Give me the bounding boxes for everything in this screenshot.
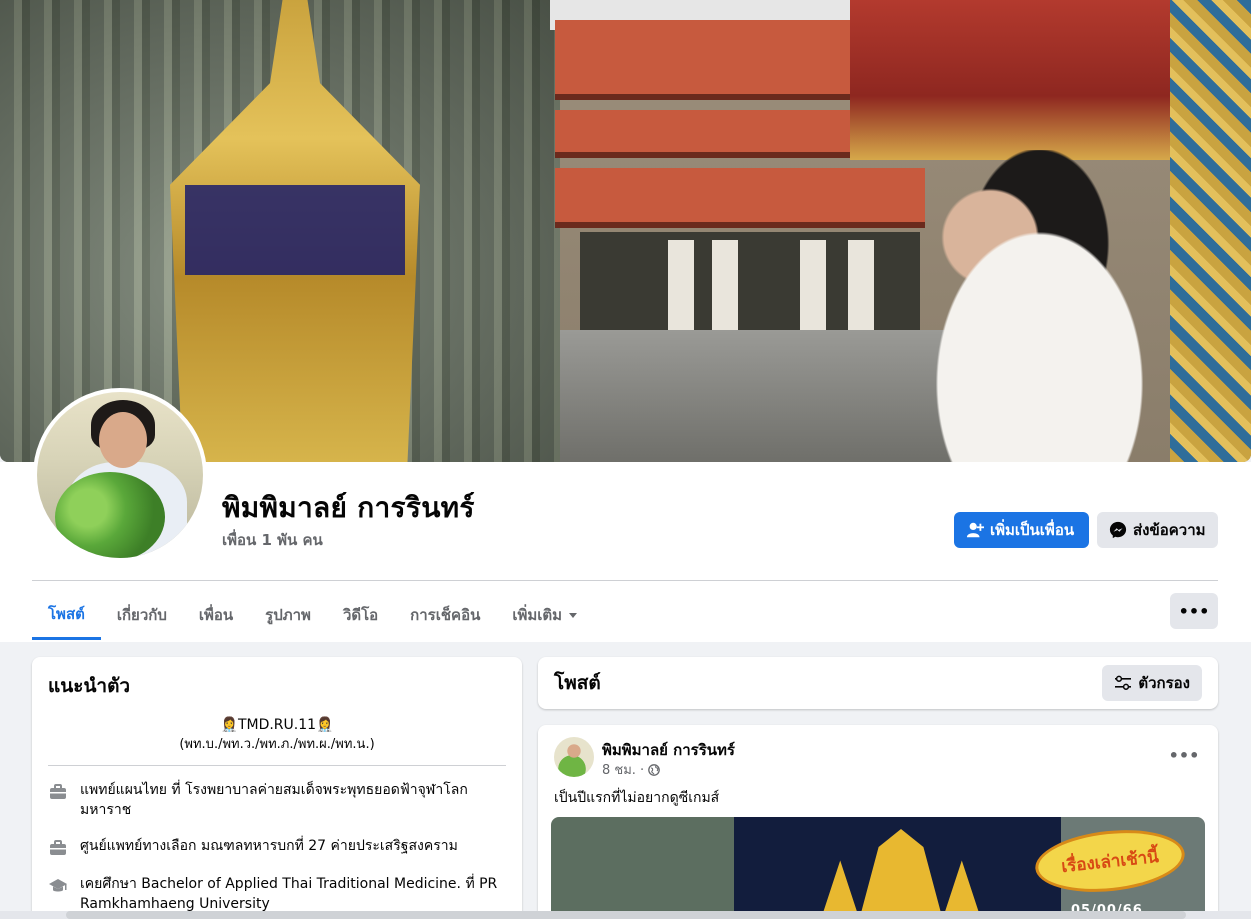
intro-card: แนะนำตัว 👩‍⚕️TMD.RU.11👩‍⚕️ (พท.บ./พท.ว./… <box>32 657 522 919</box>
tab-more[interactable]: เพิ่มเติม <box>496 590 594 640</box>
post-card: พิมพิมาลย์ การรินทร์ 8 ชม. · ••• เป็นปีแ… <box>538 725 1218 919</box>
tab-posts[interactable]: โพสต์ <box>32 590 101 640</box>
post-timestamp[interactable]: 8 ชม. · <box>602 759 644 780</box>
posts-header: โพสต์ ตัวกรอง <box>538 657 1218 709</box>
send-message-button[interactable]: ส่งข้อความ <box>1097 512 1218 548</box>
messenger-icon <box>1109 521 1127 539</box>
friends-count[interactable]: เพื่อน 1 พัน คน <box>222 528 323 552</box>
post-text: เป็นปีแรกที่ไม่อยากดูซีเกมส์ <box>554 790 720 806</box>
profile-more-button[interactable]: ••• <box>1170 593 1218 629</box>
filter-button[interactable]: ตัวกรอง <box>1102 665 1202 701</box>
profile-avatar[interactable] <box>33 388 207 562</box>
add-friend-label: เพิ่มเป็นเพื่อน <box>990 522 1075 539</box>
posts-title: โพสต์ <box>554 672 601 694</box>
horizontal-scrollbar[interactable] <box>0 911 1251 919</box>
briefcase-icon <box>50 784 66 799</box>
post-more-button[interactable]: ••• <box>1168 741 1200 769</box>
post-media-image[interactable]: เรื่องเล่าเช้านี้ 05/00/66 <box>551 817 1205 919</box>
briefcase-icon <box>50 840 66 855</box>
scrollbar-thumb[interactable] <box>66 911 1186 919</box>
bio-line-1: 👩‍⚕️TMD.RU.11👩‍⚕️ <box>220 717 334 733</box>
intro-item-text[interactable]: แพทย์แผนไทย ที่ โรงพยาบาลค่ายสมเด็จพระพุ… <box>80 780 506 820</box>
tab-about[interactable]: เกี่ยวกับ <box>101 590 183 640</box>
caret-down-icon <box>569 613 578 618</box>
intro-item-work-1: แพทย์แผนไทย ที่ โรงพยาบาลค่ายสมเด็จพระพุ… <box>48 780 506 820</box>
header-divider <box>32 580 1218 581</box>
filter-label: ตัวกรอง <box>1138 674 1190 692</box>
post-meta: 8 ชม. · <box>602 759 661 780</box>
graduation-cap-icon <box>49 879 67 892</box>
profile-tabs: โพสต์ เกี่ยวกับ เพื่อน รูปภาพ วิดีโอ การ… <box>32 590 594 640</box>
tab-friends[interactable]: เพื่อน <box>183 590 249 640</box>
bio: 👩‍⚕️TMD.RU.11👩‍⚕️ (พท.บ./พท.ว./พท.ภ./พท.… <box>48 715 506 755</box>
cover-photo[interactable] <box>0 0 1251 462</box>
media-logo-badge: เรื่องเล่าเช้านี้ <box>1032 823 1188 899</box>
tab-checkins[interactable]: การเช็คอิน <box>394 590 496 640</box>
globe-icon <box>648 763 661 776</box>
profile-name: พิมพิมาลย์ การรินทร์ <box>222 491 475 524</box>
send-message-label: ส่งข้อความ <box>1133 522 1206 539</box>
intro-item-education: เคยศึกษา Bachelor of Applied Thai Tradit… <box>48 874 506 914</box>
add-friend-button[interactable]: เพิ่มเป็นเพื่อน <box>954 512 1089 548</box>
intro-divider <box>48 765 506 766</box>
add-friend-icon <box>966 522 984 538</box>
intro-title: แนะนำตัว <box>48 675 131 697</box>
intro-item-work-2: ศูนย์แพทย์ทางเลือก มณฑลทหารบกที่ 27 ค่าย… <box>48 836 506 858</box>
filter-sliders-icon <box>1115 675 1132 690</box>
bio-line-2: (พท.บ./พท.ว./พท.ภ./พท.ผ./พท.น.) <box>179 737 375 752</box>
tab-photos[interactable]: รูปภาพ <box>249 590 327 640</box>
intro-item-text[interactable]: ศูนย์แพทย์ทางเลือก มณฑลทหารบกที่ 27 ค่าย… <box>80 836 458 858</box>
intro-item-text[interactable]: เคยศึกษา Bachelor of Applied Thai Tradit… <box>80 874 506 914</box>
tab-videos[interactable]: วิดีโอ <box>327 590 394 640</box>
post-author-avatar[interactable] <box>554 737 594 777</box>
